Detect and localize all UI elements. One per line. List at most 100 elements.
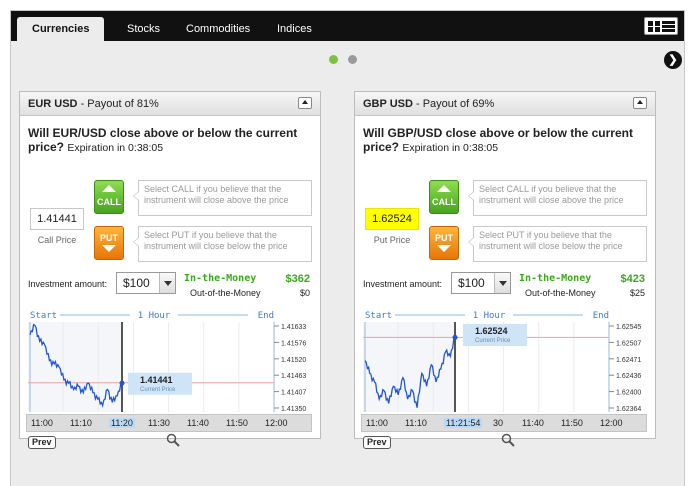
call-label: CALL (97, 197, 121, 207)
prev-button[interactable]: Prev (363, 436, 391, 449)
x-tick-label: 12:00 (600, 418, 623, 428)
price-chart-svg: Start 1 Hour End 1.62545 1.62507 1.62471 1.624… (363, 311, 641, 413)
payout-text: - Payout of 69% (412, 98, 495, 110)
put-hint: Select PUT if you believe that the instr… (468, 226, 647, 262)
x-tick-label: 11:50 (561, 418, 583, 428)
price-label: Call Price (37, 235, 77, 245)
grid-view-icon[interactable] (648, 21, 660, 32)
price-chart: Start 1 Hour End 1.41633 1.41576 1.41520 1.414… (26, 308, 314, 418)
x-tick-label: 30 (493, 418, 504, 428)
page-dot-2[interactable] (348, 55, 357, 64)
x-tick-label: 11:21:54 (444, 418, 483, 428)
y-tick-label: 1.62545 (616, 324, 641, 331)
call-button[interactable]: CALL (429, 180, 459, 214)
price-value: 1.62524 (365, 208, 419, 230)
trading-widget: Currencies Stocks Commodities Indices ❯ … (10, 10, 685, 486)
y-tick-label: 1.41407 (281, 390, 306, 397)
investment-label: Investment amount: (363, 279, 443, 289)
investment-value: $100 (458, 276, 485, 290)
put-hint: Select PUT if you believe that the instr… (133, 226, 312, 262)
y-tick-label: 1.41576 (281, 340, 306, 347)
x-tick-label: 11:20 (109, 418, 135, 428)
in-the-money-value: $362 (285, 273, 310, 285)
chevron-right-icon[interactable]: ❯ (664, 51, 682, 69)
tab-indices[interactable]: Indices (267, 17, 322, 41)
investment-select[interactable]: $100 (116, 272, 176, 294)
y-tick-label: 1.41350 (281, 406, 306, 413)
collapse-icon[interactable] (298, 97, 312, 109)
question-text: Will EUR/USD close above or below the cu… (28, 126, 318, 155)
tab-currencies[interactable]: Currencies (17, 17, 105, 41)
x-tick-label: 11:10 (70, 418, 92, 428)
arrow-down-icon (102, 245, 116, 252)
magnifier-icon[interactable] (166, 433, 180, 447)
asset-pair: GBP USD (363, 98, 413, 110)
put-label: PUT (435, 233, 453, 243)
tab-commodities[interactable]: Commodities (176, 17, 260, 41)
price-label: Put Price (373, 235, 411, 245)
out-of-the-money-label: Out-of-the-Money (525, 288, 596, 298)
arrow-up-icon (437, 185, 451, 192)
investment-value: $100 (123, 276, 150, 290)
chart-period-label: 1 Hour (473, 311, 506, 321)
collapse-icon[interactable] (633, 97, 647, 109)
put-button[interactable]: PUT (429, 226, 459, 260)
price-chart: Start 1 Hour End 1.62545 1.62507 1.62471 1.624… (361, 308, 649, 418)
chart-period-label: 1 Hour (138, 311, 171, 321)
x-tick-label: 11:00 (31, 418, 53, 428)
current-price-label: Current Price (475, 338, 511, 344)
x-tick-label: 11:50 (226, 418, 248, 428)
call-button[interactable]: CALL (94, 180, 124, 214)
call-hint: Select CALL if you believe that the inst… (133, 180, 312, 216)
price-chart-svg: Start 1 Hour End 1.41633 1.41576 1.41520 1.414… (28, 311, 306, 413)
x-tick-label: 11:40 (522, 418, 544, 428)
x-tick-label: 11:10 (405, 418, 427, 428)
panel-header: EUR USD - Payout of 81% (20, 92, 320, 116)
y-tick-label: 1.41463 (281, 373, 306, 380)
time-axis: 11:00 11:10 11:20 11:30 11:40 11:50 12:00 (26, 414, 312, 432)
payout-text: - Payout of 81% (77, 98, 159, 110)
put-label: PUT (100, 233, 118, 243)
asset-panel-1: GBP USD - Payout of 69% Will GBP/USD clo… (354, 91, 656, 449)
grid-list-toggle-icon[interactable] (644, 17, 678, 35)
y-tick-label: 1.62400 (616, 390, 641, 397)
chevron-down-icon[interactable] (159, 273, 175, 293)
chart-end-label: End (258, 311, 274, 321)
current-price-value: 1.41441 (140, 375, 173, 385)
tab-stocks[interactable]: Stocks (117, 17, 170, 41)
category-tab-bar: Currencies Stocks Commodities Indices (11, 11, 684, 41)
investment-label: Investment amount: (28, 279, 108, 289)
elapsed-region (28, 322, 122, 412)
chevron-down-icon[interactable] (494, 273, 510, 293)
expiration-text: Expiration in 0:38:05 (402, 142, 499, 154)
in-the-money-label: In-the-Money (519, 273, 592, 284)
investment-select[interactable]: $100 (451, 272, 511, 294)
panel-header: GBP USD - Payout of 69% (355, 92, 655, 116)
out-of-the-money-label: Out-of-the-Money (190, 288, 261, 298)
expiration-text: Expiration in 0:38:05 (67, 142, 164, 154)
x-tick-label: 11:30 (148, 418, 170, 428)
call-hint: Select CALL if you believe that the inst… (468, 180, 647, 216)
put-button[interactable]: PUT (94, 226, 124, 260)
chart-end-label: End (593, 311, 609, 321)
asset-pair: EUR USD (28, 98, 78, 110)
x-tick-label: 12:00 (265, 418, 288, 428)
current-price-value: 1.62524 (475, 326, 508, 336)
y-tick-label: 1.41633 (281, 324, 306, 331)
in-the-money-label: In-the-Money (184, 273, 257, 284)
x-tick-label: 11:00 (366, 418, 388, 428)
current-price-label: Current Price (140, 387, 176, 393)
y-tick-label: 1.62364 (616, 406, 641, 413)
arrow-down-icon (437, 245, 451, 252)
current-price-point (119, 380, 125, 386)
magnifier-icon[interactable] (501, 433, 515, 447)
page-dot-1[interactable] (329, 55, 338, 64)
y-tick-label: 1.62507 (616, 340, 641, 347)
list-view-icon[interactable] (662, 21, 675, 32)
time-axis: 11:00 11:10 11:21:54 30 11:40 11:50 12:00 (361, 414, 647, 432)
prev-button[interactable]: Prev (28, 436, 56, 449)
y-tick-label: 1.62436 (616, 373, 641, 380)
price-value: 1.41441 (30, 208, 84, 230)
y-tick-label: 1.41520 (281, 357, 306, 364)
chart-start-label: Start (30, 311, 57, 321)
